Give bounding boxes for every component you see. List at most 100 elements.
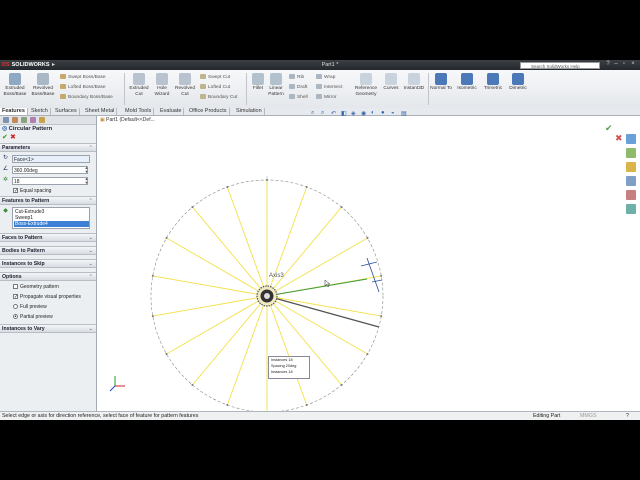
axis-arrow-tail	[371, 279, 383, 283]
view-palette-icon[interactable]	[626, 176, 636, 186]
spoke-endpoint	[191, 383, 194, 386]
extruded-cut-button[interactable]: Extruded Cut	[127, 73, 151, 97]
propagate-checkbox[interactable]: ✓	[13, 294, 18, 300]
reference-geometry-button[interactable]: Reference Geometry	[351, 73, 381, 97]
status-mode: Editing Part	[533, 413, 561, 419]
appearances-icon[interactable]	[626, 190, 636, 200]
list-item[interactable]: Boss-Extrude4	[14, 221, 89, 227]
graphics-area[interactable]: ▣ Part1 (Default<<Def... ⌕ ⌕ ↶ ◧ ◈ ◉ ◐ ●…	[97, 110, 623, 416]
rib-button[interactable]: Rib	[289, 74, 304, 81]
dimetric-icon	[512, 73, 524, 85]
boundary-boss-button[interactable]: Boundary Boss/Base	[60, 94, 113, 101]
menu-arrow-icon[interactable]: ▸	[52, 61, 55, 69]
units-indicator[interactable]: MMGS	[580, 412, 596, 420]
property-manager-icon[interactable]	[12, 117, 18, 123]
help-icon[interactable]: ?	[604, 61, 612, 68]
restore-button[interactable]: ▫	[620, 61, 628, 68]
dimetric-button[interactable]: Dimetric	[506, 73, 530, 92]
lofted-cut-button[interactable]: Lofted Cut	[200, 84, 230, 91]
dimxpert-manager-icon[interactable]	[30, 117, 36, 123]
swept-cut-button[interactable]: Swept Cut	[200, 74, 230, 81]
reference-geometry-icon	[360, 73, 372, 85]
tab-sketch[interactable]: Sketch	[29, 108, 51, 115]
configuration-manager-icon[interactable]	[21, 117, 27, 123]
close-button[interactable]: ×	[629, 61, 637, 68]
tab-evaluate[interactable]: Evaluate	[158, 108, 185, 115]
intersect-button[interactable]: Intersect	[316, 84, 342, 91]
geometry-pattern-checkbox[interactable]	[13, 284, 18, 289]
instant3d-button[interactable]: Instant3D	[402, 73, 426, 92]
hole-wizard-button[interactable]: Hole Wizard	[152, 73, 172, 97]
trimetric-button[interactable]: Trimetric	[481, 73, 505, 92]
confirm-cancel-icon[interactable]: ✖	[615, 134, 623, 143]
search-input[interactable]: Search SolidWorks Help	[520, 61, 600, 69]
partial-preview-radio[interactable]: •	[13, 314, 18, 320]
tab-office-products[interactable]: Office Products	[187, 108, 230, 115]
expand-chevron-icon: ⌄	[88, 261, 93, 267]
swept-cut-label: Swept Cut	[208, 74, 231, 80]
parameters-section-header[interactable]: Parameters ⌃	[0, 143, 96, 152]
callout-label: Instances	[271, 370, 288, 374]
design-library-icon[interactable]	[626, 148, 636, 158]
features-to-pattern-section-header[interactable]: Features to Pattern ⌃	[0, 196, 96, 205]
lofted-cut-label: Lofted Cut	[208, 84, 231, 90]
faces-to-pattern-section-header[interactable]: Faces to Pattern ⌄	[0, 233, 96, 242]
full-preview-radio[interactable]	[13, 304, 18, 309]
tab-sheet-metal[interactable]: Sheet Metal	[83, 108, 118, 115]
draft-icon	[289, 84, 295, 89]
solidworks-resources-icon[interactable]	[626, 134, 636, 144]
confirm-check-icon[interactable]: ✔	[605, 124, 613, 133]
revolved-boss-button[interactable]: Revolved Boss/Base	[30, 73, 56, 97]
axis-direction-icon[interactable]: ↻	[2, 155, 9, 162]
bodies-to-pattern-section-header[interactable]: Bodies to Pattern ⌄	[0, 246, 96, 255]
expand-chevron-icon: ⌄	[88, 326, 93, 332]
extruded-cut-icon	[133, 73, 145, 85]
instances-to-vary-section-header[interactable]: Instances to Vary ⌄	[0, 324, 96, 333]
instances-field[interactable]: 18	[12, 177, 88, 185]
swept-boss-button[interactable]: Swept Boss/Base	[60, 74, 106, 81]
custom-properties-icon[interactable]	[626, 204, 636, 214]
tab-mold-tools[interactable]: Mold Tools	[123, 108, 155, 115]
features-list[interactable]: Cut-Extrude3 Sweep1 Boss-Extrude4	[12, 207, 90, 229]
tab-features[interactable]: Features	[0, 108, 28, 115]
mirror-button[interactable]: Mirror	[316, 94, 337, 101]
ok-check-icon[interactable]: ✔	[2, 134, 8, 141]
equal-spacing-checkbox[interactable]: ✓	[13, 188, 18, 194]
help-status-icon[interactable]: ?	[626, 412, 629, 420]
fillet-button[interactable]: Fillet	[249, 73, 267, 92]
solidworks-logo[interactable]: DS SOLIDWORKS	[2, 61, 50, 69]
status-message: Select edge or axis for direction refere…	[2, 413, 199, 419]
curves-label: Curves	[383, 86, 399, 91]
curves-button[interactable]: Curves	[382, 73, 400, 92]
instances-to-skip-section-header[interactable]: Instances to Skip ⌄	[0, 259, 96, 268]
tab-simulation[interactable]: Simulation	[234, 108, 265, 115]
spoke-endpoint	[191, 206, 194, 209]
wrap-button[interactable]: Wrap	[316, 74, 335, 81]
instances-spinner-icon[interactable]: ▲ ▼	[84, 177, 89, 185]
options-section-header[interactable]: Options ⌃	[0, 272, 96, 281]
revolved-cut-button[interactable]: Revolved Cut	[173, 73, 197, 97]
normal-to-button[interactable]: Normal To	[430, 73, 452, 92]
spoke-endpoint	[305, 186, 308, 188]
feature-manager-icon[interactable]	[3, 117, 9, 123]
angle-spinner-icon[interactable]: ▲ ▼	[84, 166, 89, 174]
normal-to-icon	[435, 73, 447, 85]
cancel-x-icon[interactable]: ✖	[10, 134, 16, 141]
minimize-button[interactable]: –	[612, 61, 620, 68]
spoke-endpoint	[340, 383, 343, 386]
draft-button[interactable]: Draft	[289, 84, 307, 91]
boundary-cut-button[interactable]: Boundary Cut	[200, 94, 237, 101]
axis-field[interactable]: Face<1>	[12, 155, 90, 163]
rib-label: Rib	[297, 74, 305, 80]
file-explorer-icon[interactable]	[626, 162, 636, 172]
isometric-button[interactable]: Isometric	[455, 73, 479, 92]
extruded-boss-button[interactable]: Extruded Boss/Base	[2, 73, 28, 97]
extruded-cut-label: Extruded Cut	[129, 86, 149, 97]
wrap-label: Wrap	[324, 74, 336, 80]
tab-surfaces[interactable]: Surfaces	[53, 108, 80, 115]
shell-button[interactable]: Shell	[289, 94, 308, 101]
display-manager-icon[interactable]	[39, 117, 45, 123]
linear-pattern-button[interactable]: Linear Pattern	[266, 73, 286, 97]
lofted-boss-button[interactable]: Lofted Boss/Base	[60, 84, 106, 91]
angle-field[interactable]: 360.00deg	[12, 166, 88, 174]
